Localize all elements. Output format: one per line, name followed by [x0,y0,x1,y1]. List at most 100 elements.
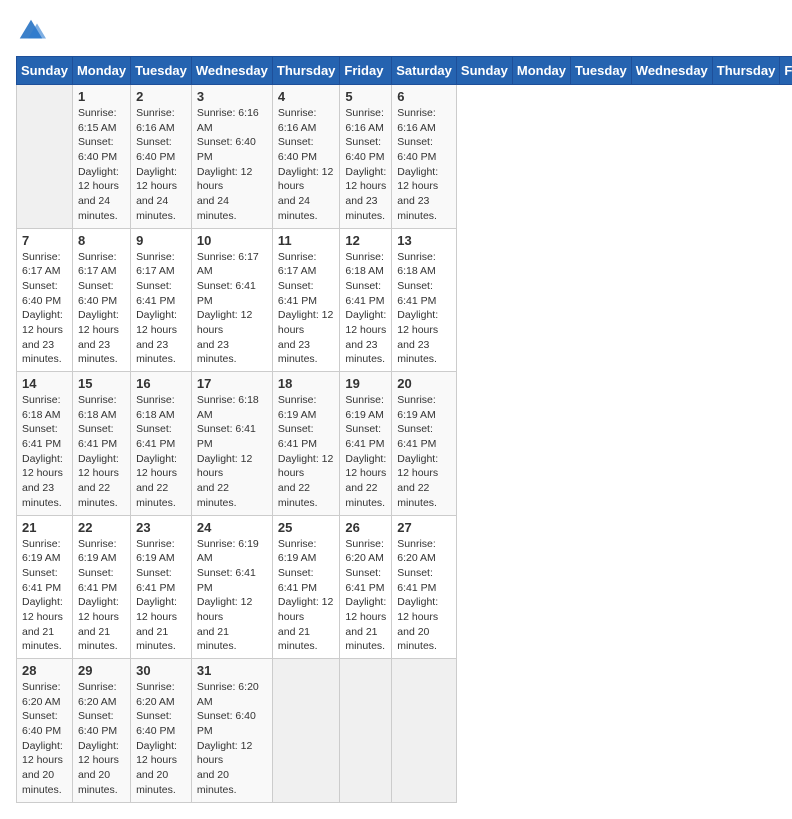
day-number: 25 [278,520,335,535]
calendar-cell: 23 Sunrise: 6:19 AMSunset: 6:41 PMDayligh… [131,515,192,659]
calendar-cell: 31 Sunrise: 6:20 AMSunset: 6:40 PMDayligh… [191,659,272,803]
calendar-cell [340,659,392,803]
day-info: Sunrise: 6:19 AMSunset: 6:41 PMDaylight:… [136,537,186,655]
calendar-cell: 5Sunrise: 6:16 AMSunset: 6:40 PMDaylight… [340,85,392,229]
day-number: 15 [78,376,125,391]
calendar-cell: 30 Sunrise: 6:20 AMSunset: 6:40 PMDayligh… [131,659,192,803]
logo-icon [16,16,46,46]
header-saturday: Saturday [392,57,457,85]
day-number: 11 [278,233,335,248]
day-info: Sunrise: 6:20 AMSunset: 6:40 PMDaylight:… [78,680,125,798]
header-wednesday: Wednesday [631,57,712,85]
calendar-cell: 1 Sunrise: 6:15 AMSunset: 6:40 PMDaylight… [72,85,130,229]
calendar-cell: 16 Sunrise: 6:18 AMSunset: 6:41 PMDayligh… [131,372,192,516]
day-number: 21 [22,520,67,535]
day-info: Sunrise: 6:20 AMSunset: 6:41 PMDaylight:… [397,537,451,655]
day-number: 9 [136,233,186,248]
calendar-week-row: 28Sunrise: 6:20 AMSunset: 6:40 PMDayligh… [17,659,792,803]
calendar-cell: 14 Sunrise: 6:18 AMSunset: 6:41 PMDayligh… [17,372,73,516]
calendar-cell: 28Sunrise: 6:20 AMSunset: 6:40 PMDayligh… [17,659,73,803]
header-sunday: Sunday [456,57,512,85]
day-number: 18 [278,376,335,391]
day-info: Sunrise: 6:16 AMSunset: 6:40 PMDaylight:… [136,106,186,224]
day-number: 17 [197,376,267,391]
day-info: Sunrise: 6:19 AMSunset: 6:41 PMDaylight:… [22,537,67,655]
calendar-cell: 2 Sunrise: 6:16 AMSunset: 6:40 PMDaylight… [131,85,192,229]
day-info: Sunrise: 6:17 AMSunset: 6:41 PMDaylight:… [136,250,186,368]
day-info: Sunrise: 6:20 AMSunset: 6:40 PMDaylight:… [22,680,67,798]
calendar-cell: 12 Sunrise: 6:18 AMSunset: 6:41 PMDayligh… [340,228,392,372]
calendar-cell: 15 Sunrise: 6:18 AMSunset: 6:41 PMDayligh… [72,372,130,516]
day-info: Sunrise: 6:19 AMSunset: 6:41 PMDaylight:… [78,537,125,655]
calendar-table: SundayMondayTuesdayWednesdayThursdayFrid… [16,56,792,803]
calendar-cell: 19Sunrise: 6:19 AMSunset: 6:41 PMDayligh… [340,372,392,516]
day-number: 30 [136,663,186,678]
calendar-cell: 26 Sunrise: 6:20 AMSunset: 6:41 PMDayligh… [340,515,392,659]
calendar-cell: 25 Sunrise: 6:19 AMSunset: 6:41 PMDayligh… [272,515,340,659]
calendar-week-row: 21 Sunrise: 6:19 AMSunset: 6:41 PMDayligh… [17,515,792,659]
day-number: 16 [136,376,186,391]
calendar-cell: 20Sunrise: 6:19 AMSunset: 6:41 PMDayligh… [392,372,457,516]
day-info: Sunrise: 6:19 AMSunset: 6:41 PMDaylight:… [278,393,335,511]
day-info: Sunrise: 6:19 AMSunset: 6:41 PMDaylight:… [397,393,451,511]
day-number: 27 [397,520,451,535]
day-number: 1 [78,89,125,104]
day-info: Sunrise: 6:16 AMSunset: 6:40 PMDaylight:… [278,106,335,224]
header-tuesday: Tuesday [571,57,632,85]
day-number: 7 [22,233,67,248]
day-number: 14 [22,376,67,391]
day-number: 12 [345,233,386,248]
day-info: Sunrise: 6:20 AMSunset: 6:41 PMDaylight:… [345,537,386,655]
day-number: 23 [136,520,186,535]
header-tuesday: Tuesday [131,57,192,85]
calendar-week-row: 7 Sunrise: 6:17 AMSunset: 6:40 PMDaylight… [17,228,792,372]
day-info: Sunrise: 6:18 AMSunset: 6:41 PMDaylight:… [197,393,267,511]
day-number: 3 [197,89,267,104]
day-info: Sunrise: 6:18 AMSunset: 6:41 PMDaylight:… [397,250,451,368]
day-info: Sunrise: 6:18 AMSunset: 6:41 PMDaylight:… [345,250,386,368]
day-number: 4 [278,89,335,104]
calendar-cell: 11 Sunrise: 6:17 AMSunset: 6:41 PMDayligh… [272,228,340,372]
header-friday: Friday [340,57,392,85]
day-info: Sunrise: 6:18 AMSunset: 6:41 PMDaylight:… [78,393,125,511]
calendar-cell: 18 Sunrise: 6:19 AMSunset: 6:41 PMDayligh… [272,372,340,516]
calendar-cell: 3 Sunrise: 6:16 AMSunset: 6:40 PMDaylight… [191,85,272,229]
calendar-cell: 21 Sunrise: 6:19 AMSunset: 6:41 PMDayligh… [17,515,73,659]
calendar-cell: 17 Sunrise: 6:18 AMSunset: 6:41 PMDayligh… [191,372,272,516]
day-info: Sunrise: 6:17 AMSunset: 6:40 PMDaylight:… [22,250,67,368]
day-info: Sunrise: 6:18 AMSunset: 6:41 PMDaylight:… [22,393,67,511]
day-info: Sunrise: 6:20 AMSunset: 6:40 PMDaylight:… [136,680,186,798]
header-friday: Friday [780,57,792,85]
header-monday: Monday [512,57,570,85]
calendar-cell: 22 Sunrise: 6:19 AMSunset: 6:41 PMDayligh… [72,515,130,659]
day-info: Sunrise: 6:19 AMSunset: 6:41 PMDaylight:… [345,393,386,511]
calendar-cell: 24Sunrise: 6:19 AMSunset: 6:41 PMDayligh… [191,515,272,659]
calendar-cell: 6Sunrise: 6:16 AMSunset: 6:40 PMDaylight… [392,85,457,229]
header-thursday: Thursday [272,57,340,85]
day-info: Sunrise: 6:18 AMSunset: 6:41 PMDaylight:… [136,393,186,511]
day-number: 22 [78,520,125,535]
day-info: Sunrise: 6:17 AMSunset: 6:41 PMDaylight:… [278,250,335,368]
day-info: Sunrise: 6:16 AMSunset: 6:40 PMDaylight:… [197,106,267,224]
page-header [16,16,776,46]
day-info: Sunrise: 6:17 AMSunset: 6:40 PMDaylight:… [78,250,125,368]
day-number: 2 [136,89,186,104]
calendar-cell: 7 Sunrise: 6:17 AMSunset: 6:40 PMDaylight… [17,228,73,372]
day-number: 8 [78,233,125,248]
calendar-cell: 4 Sunrise: 6:16 AMSunset: 6:40 PMDaylight… [272,85,340,229]
calendar-cell: 10Sunrise: 6:17 AMSunset: 6:41 PMDayligh… [191,228,272,372]
calendar-cell [17,85,73,229]
calendar-cell [272,659,340,803]
day-info: Sunrise: 6:19 AMSunset: 6:41 PMDaylight:… [278,537,335,655]
day-info: Sunrise: 6:20 AMSunset: 6:40 PMDaylight:… [197,680,267,798]
day-number: 13 [397,233,451,248]
header-thursday: Thursday [712,57,780,85]
calendar-cell: 13 Sunrise: 6:18 AMSunset: 6:41 PMDayligh… [392,228,457,372]
day-info: Sunrise: 6:15 AMSunset: 6:40 PMDaylight:… [78,106,125,224]
calendar-week-row: 1 Sunrise: 6:15 AMSunset: 6:40 PMDaylight… [17,85,792,229]
calendar-week-row: 14 Sunrise: 6:18 AMSunset: 6:41 PMDayligh… [17,372,792,516]
day-number: 31 [197,663,267,678]
header-sunday: Sunday [17,57,73,85]
day-number: 26 [345,520,386,535]
day-info: Sunrise: 6:16 AMSunset: 6:40 PMDaylight:… [345,106,386,224]
